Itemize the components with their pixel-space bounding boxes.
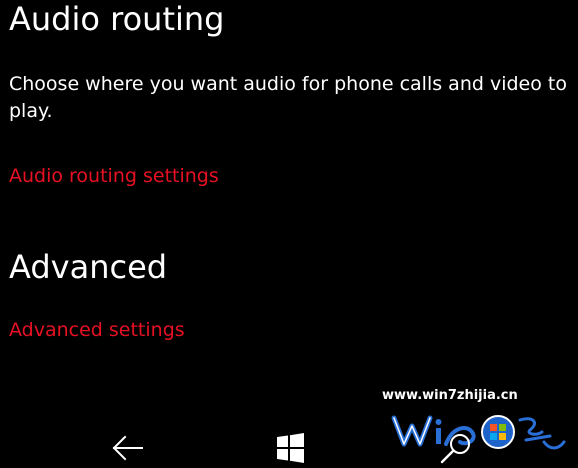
start-button[interactable] — [266, 428, 314, 468]
audio-routing-heading: Audio routing — [9, 0, 225, 38]
watermark-url: www.win7zhijia.cn — [382, 388, 518, 403]
advanced-settings-link[interactable]: Advanced settings — [9, 318, 185, 342]
back-arrow-icon — [112, 435, 143, 461]
search-icon — [440, 434, 470, 464]
audio-routing-description: Choose where you want audio for phone ca… — [9, 73, 567, 122]
navigation-bar — [0, 424, 578, 468]
advanced-heading: Advanced — [9, 248, 168, 286]
windows-start-icon — [277, 433, 304, 463]
search-button[interactable] — [432, 428, 480, 468]
back-button[interactable] — [104, 428, 152, 468]
audio-routing-settings-link[interactable]: Audio routing settings — [9, 164, 219, 188]
